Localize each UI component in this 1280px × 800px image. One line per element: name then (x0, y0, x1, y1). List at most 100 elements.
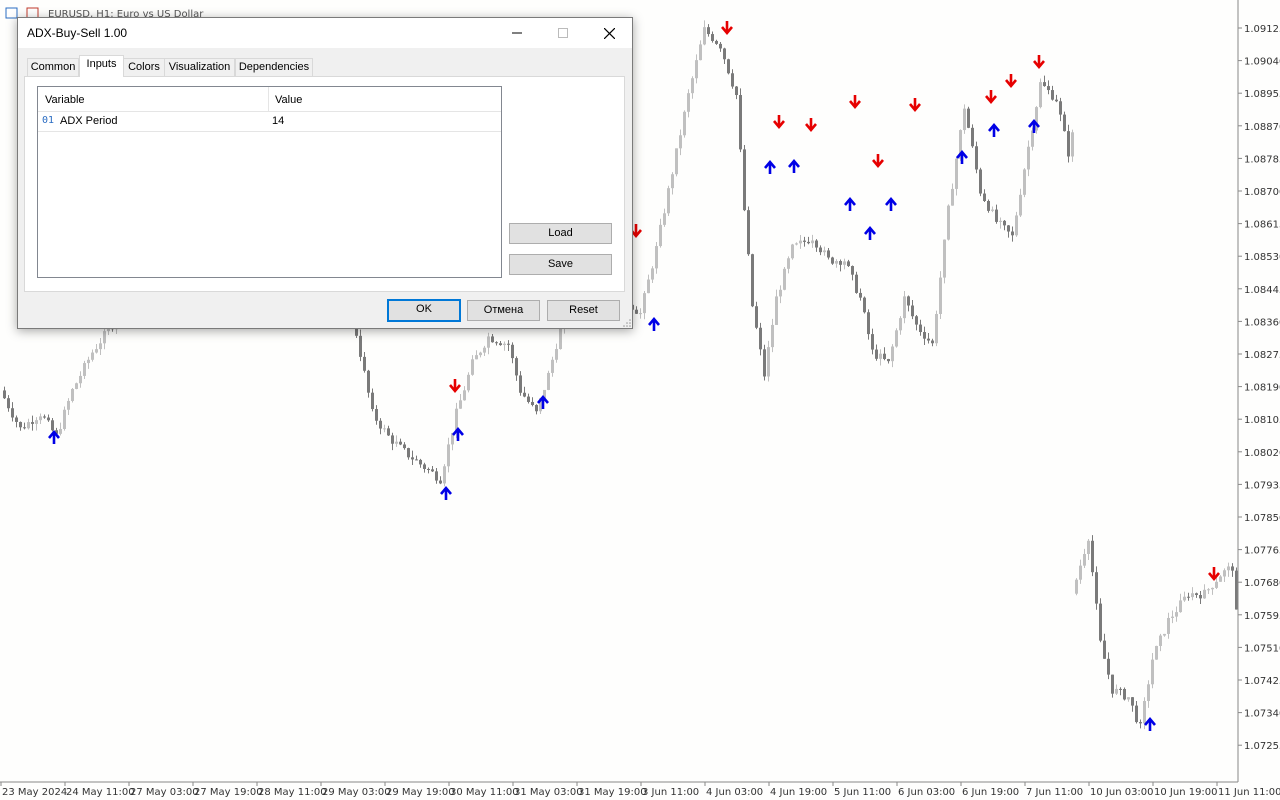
column-header-variable[interactable]: Variable (45, 94, 85, 106)
candle-body (839, 261, 842, 265)
price-label: 1.09125 (1244, 24, 1280, 35)
tab-colors[interactable]: Colors (123, 58, 165, 76)
candle-body (1143, 701, 1146, 724)
candle-body (915, 316, 918, 325)
candle-body (719, 43, 722, 49)
candle-body (47, 417, 50, 421)
candle-body (815, 240, 818, 248)
value-cell[interactable]: 14 (272, 115, 284, 127)
candle-body (671, 174, 674, 189)
candle-body (1107, 658, 1110, 675)
column-divider[interactable] (268, 87, 269, 111)
price-label: 1.07850 (1244, 513, 1280, 524)
candle-body (951, 188, 954, 206)
candle-body (79, 375, 82, 384)
time-label: 29 May 03:00 (322, 787, 391, 798)
candle-body (687, 93, 690, 112)
save-button[interactable]: Save (509, 254, 612, 275)
inputs-grid: Variable Value 01 ADX Period 14 (37, 86, 502, 278)
candle-body (799, 240, 802, 244)
table-row[interactable]: 01 ADX Period 14 (38, 112, 501, 132)
sell-arrow-icon (721, 21, 733, 36)
candle-body (871, 334, 874, 350)
time-label: 23 May 2024 (2, 787, 67, 798)
candle-body (387, 428, 390, 436)
time-label: 4 Jun 03:00 (706, 787, 763, 798)
maximize-icon (558, 28, 568, 38)
candle-body (859, 292, 862, 298)
candle-body (691, 78, 694, 94)
candle-body (639, 313, 642, 315)
candle-body (1219, 576, 1222, 582)
candle-body (887, 359, 890, 362)
candle-body (395, 441, 398, 444)
candle-body (899, 318, 902, 331)
candle-body (683, 111, 686, 136)
dialog-titlebar[interactable]: ADX-Buy-Sell 1.00 (18, 18, 632, 48)
tab-dependencies[interactable]: Dependencies (235, 58, 313, 76)
tab-inputs[interactable]: Inputs (79, 55, 124, 77)
price-label: 1.07425 (1244, 676, 1280, 687)
candle-body (531, 401, 534, 406)
time-label: 3 Jun 11:00 (642, 787, 699, 798)
candle-body (783, 268, 786, 290)
candle-body (1023, 169, 1026, 195)
load-button[interactable]: Load (509, 223, 612, 244)
price-label: 1.08530 (1244, 252, 1280, 263)
candle-body (1179, 600, 1182, 613)
candle-body (667, 188, 670, 214)
candle-body (735, 86, 738, 96)
candle-body (383, 428, 386, 430)
candle-body (523, 392, 526, 397)
candle-body (399, 441, 402, 445)
candle-body (1015, 215, 1018, 236)
candle-body (975, 146, 978, 170)
maximize-button[interactable] (540, 18, 586, 48)
tab-visualization[interactable]: Visualization (164, 58, 235, 76)
candle-body (763, 349, 766, 377)
candle-body (711, 34, 714, 41)
candle-body (995, 209, 998, 222)
candle-body (1123, 688, 1126, 700)
candle-body (503, 343, 506, 346)
time-axis: 23 May 202424 May 11:0027 May 03:0027 Ma… (0, 782, 1280, 798)
candle-body (19, 421, 22, 428)
minimize-button[interactable] (494, 18, 540, 48)
candle-body (843, 261, 846, 265)
sell-arrow-icon (449, 379, 461, 394)
candle-body (1151, 659, 1154, 685)
candle-body (87, 359, 90, 364)
candle-body (983, 193, 986, 202)
column-header-value[interactable]: Value (275, 94, 302, 106)
candle-body (1135, 705, 1138, 723)
close-button[interactable] (586, 18, 632, 48)
candle-body (511, 344, 514, 359)
candle-body (1227, 566, 1230, 571)
price-label: 1.07510 (1244, 643, 1280, 654)
candle-body (863, 297, 866, 313)
candle-body (971, 127, 974, 147)
tab-common[interactable]: Common (27, 58, 79, 76)
candle-body (1055, 99, 1058, 102)
candle-body (819, 247, 822, 253)
candle-body (655, 246, 658, 269)
candle-body (1063, 114, 1066, 132)
candle-body (91, 352, 94, 360)
price-axis: 1.09125 1.09040 1.08955 1.08870 1.08785 1.087… (1238, 24, 1280, 752)
candle-body (731, 73, 734, 87)
candle-body (359, 335, 362, 357)
sell-arrow-icon (849, 95, 861, 110)
price-label: 1.09040 (1244, 57, 1280, 68)
close-icon (603, 27, 615, 39)
candle-body (487, 336, 490, 348)
cancel-button[interactable]: Отмена (467, 300, 540, 321)
candle-body (1011, 231, 1014, 236)
ok-button[interactable]: OK (387, 299, 461, 322)
price-label: 1.07340 (1244, 709, 1280, 720)
candle-body (1207, 589, 1210, 591)
time-label: 7 Jun 11:00 (1026, 787, 1083, 798)
candle-body (535, 405, 538, 412)
resize-grip-icon[interactable] (623, 319, 631, 327)
reset-button[interactable]: Reset (547, 300, 620, 321)
candle-body (1191, 593, 1194, 598)
